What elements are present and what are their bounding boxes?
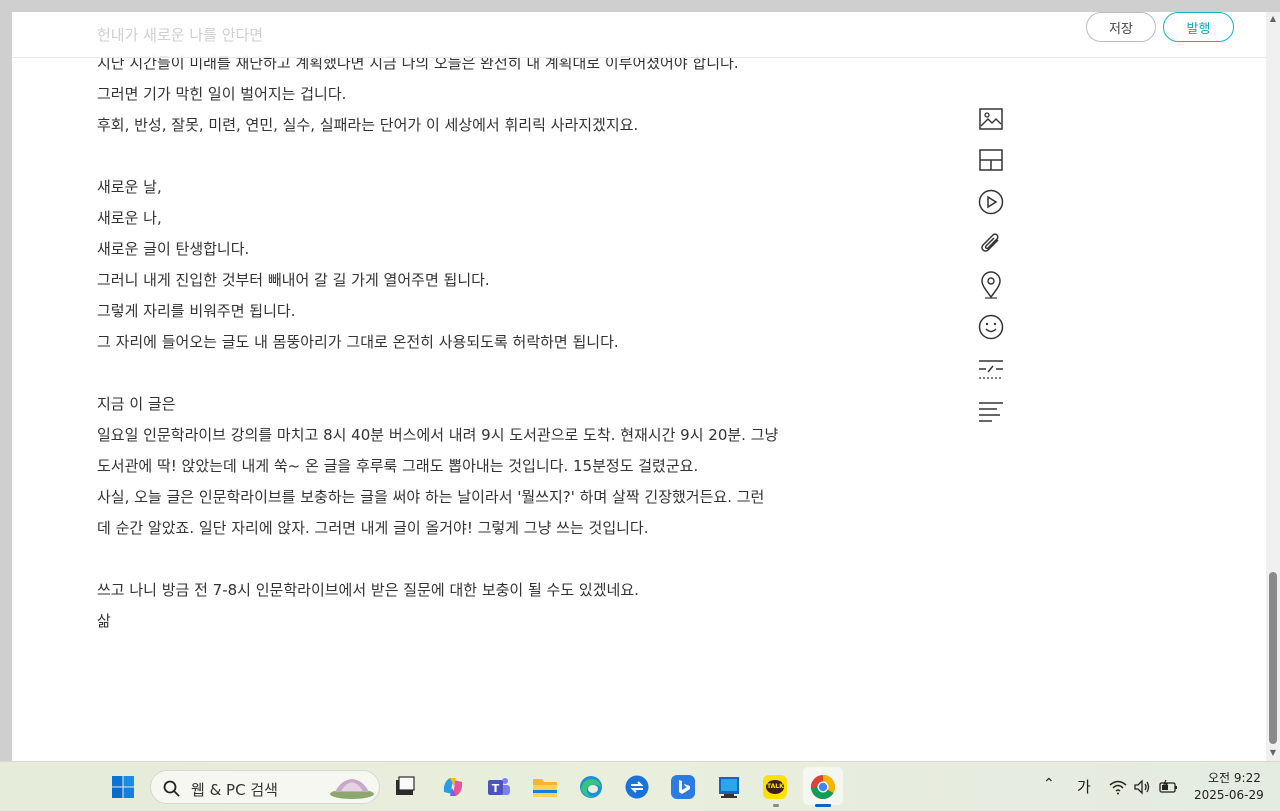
paragraph-line[interactable]: 그렇게 자리를 비워주면 됩니다. bbox=[97, 296, 857, 327]
task-view-icon[interactable] bbox=[392, 774, 418, 800]
layout-icon[interactable] bbox=[976, 145, 1006, 175]
post-body[interactable]: 지난 시간들이 미래를 재단하고 계획했다면 지금 나의 오늘은 완전히 내 계… bbox=[97, 48, 857, 637]
ime-indicator[interactable]: 가 bbox=[1077, 776, 1091, 797]
location-icon[interactable] bbox=[976, 270, 1006, 300]
paragraph-line[interactable]: 새로운 글이 탄생합니다. bbox=[97, 234, 857, 265]
remote-app-icon[interactable] bbox=[624, 774, 650, 800]
store-icon[interactable] bbox=[716, 774, 742, 800]
image-icon[interactable] bbox=[976, 104, 1006, 134]
edge-icon[interactable] bbox=[578, 774, 604, 800]
paragraph-line[interactable]: 그러니 내게 진입한 것부터 빼내어 갈 길 가게 열어주면 됩니다. bbox=[97, 265, 857, 296]
bing-icon[interactable] bbox=[670, 774, 696, 800]
blank-line[interactable] bbox=[97, 358, 857, 389]
search-highlight-icon bbox=[330, 779, 374, 799]
tray-overflow-chevron-icon[interactable]: ⌃ bbox=[1043, 776, 1055, 792]
search-placeholder: 웹 & PC 검색 bbox=[191, 781, 278, 799]
paragraph-line[interactable]: 사실, 오늘 글은 인문학라이브를 보충하는 글을 써야 하는 날이라서 '뭘쓰… bbox=[97, 482, 857, 513]
paragraph-line[interactable]: 새로운 나, bbox=[97, 203, 857, 234]
file-explorer-icon[interactable] bbox=[532, 774, 558, 800]
scroll-up-icon[interactable]: ▲ bbox=[1268, 14, 1278, 24]
scroll-thumb[interactable] bbox=[1269, 572, 1277, 744]
search-icon bbox=[163, 780, 180, 797]
video-icon[interactable] bbox=[976, 187, 1006, 217]
paragraph-line[interactable]: 쓰고 나니 방금 전 7-8시 인문학라이브에서 받은 질문에 대한 보충이 될… bbox=[97, 575, 857, 606]
paragraph-line[interactable]: 삶 bbox=[97, 606, 857, 637]
scroll-down-icon[interactable]: ▼ bbox=[1268, 748, 1278, 758]
svg-text:T: T bbox=[492, 782, 500, 795]
paragraph-line[interactable]: 일요일 인문학라이브 강의를 마치고 8시 40분 버스에서 내려 9시 도서관… bbox=[97, 420, 857, 451]
editor-area[interactable]: 지난 시간들이 미래를 재단하고 계획했다면 지금 나의 오늘은 완전히 내 계… bbox=[12, 12, 1266, 761]
paragraph-line[interactable]: 그러면 기가 막힌 일이 벌어지는 겁니다. bbox=[97, 79, 857, 110]
faded-previous-line: 헌내가 새로운 나를 안다면 bbox=[97, 26, 264, 44]
editor-header: 헌내가 새로운 나를 안다면 저장 발행 bbox=[12, 12, 1266, 58]
paragraph-line[interactable]: 도서관에 딱! 앉았는데 내게 쑥~ 온 글을 후루룩 그래도 뽑아내는 것입니… bbox=[97, 451, 857, 482]
kakao-label: TALK bbox=[767, 783, 784, 790]
publish-button[interactable]: 발행 bbox=[1163, 12, 1234, 42]
divider-icon[interactable] bbox=[976, 354, 1006, 384]
chrome-icon[interactable] bbox=[810, 774, 836, 800]
emoji-icon[interactable] bbox=[976, 312, 1006, 342]
windows-taskbar: 웹 & PC 검색 T TALK ⌃ 가 오전 9:22 2025-06-29 bbox=[0, 761, 1280, 811]
window-left-frame bbox=[0, 0, 12, 761]
paragraph-line[interactable]: 그 자리에 들어오는 글도 내 몸뚱아리가 그대로 온전히 사용되도록 허락하면… bbox=[97, 327, 857, 358]
attachment-icon[interactable] bbox=[976, 229, 1006, 259]
paragraph-line[interactable]: 데 순간 알았죠. 일단 자리에 앉자. 그러면 내게 글이 올거야! 그렇게 … bbox=[97, 513, 857, 544]
blank-line[interactable] bbox=[97, 544, 857, 575]
blank-line[interactable] bbox=[97, 141, 857, 172]
paragraph-line[interactable]: 지금 이 글은 bbox=[97, 389, 857, 420]
wifi-icon[interactable] bbox=[1109, 779, 1127, 795]
paragraph-line[interactable]: 새로운 날, bbox=[97, 172, 857, 203]
save-button[interactable]: 저장 bbox=[1086, 12, 1156, 42]
teams-icon[interactable]: T bbox=[486, 774, 512, 800]
volume-icon[interactable] bbox=[1134, 779, 1152, 795]
clock-time[interactable]: 오전 9:22 bbox=[1208, 769, 1261, 786]
chrome-active-indicator bbox=[815, 804, 831, 807]
taskbar-search-box[interactable]: 웹 & PC 검색 bbox=[150, 770, 380, 804]
kakaotalk-icon[interactable]: TALK bbox=[762, 774, 788, 800]
align-icon[interactable] bbox=[976, 396, 1006, 426]
paragraph-line[interactable]: 후회, 반성, 잘못, 미련, 연민, 실수, 실패라는 단어가 이 세상에서 … bbox=[97, 110, 857, 141]
battery-icon[interactable] bbox=[1158, 779, 1178, 795]
clock-date[interactable]: 2025-06-29 bbox=[1194, 788, 1264, 802]
vertical-scrollbar[interactable]: ▲ ▼ bbox=[1266, 12, 1280, 761]
kakao-running-indicator bbox=[773, 804, 779, 807]
copilot-icon[interactable] bbox=[440, 774, 466, 800]
windows-start-icon[interactable] bbox=[110, 774, 136, 800]
window-top-frame bbox=[0, 0, 1280, 12]
